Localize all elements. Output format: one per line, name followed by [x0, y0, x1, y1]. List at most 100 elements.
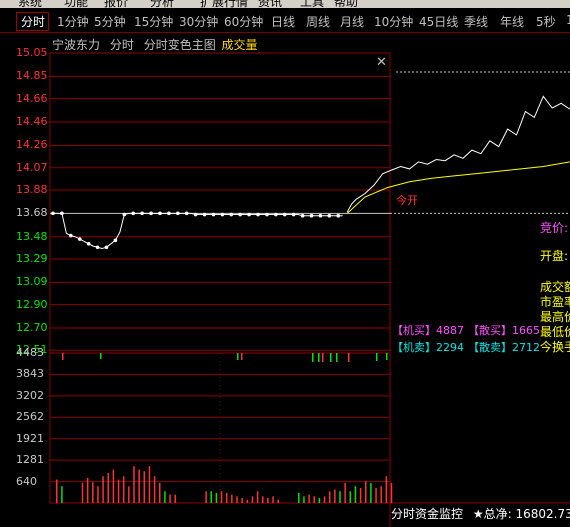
volume-bar — [380, 486, 382, 503]
net-total-value: 16802.73 — [515, 507, 570, 521]
price-tick-label: 14.66 — [16, 91, 48, 105]
volume-bar — [375, 487, 377, 503]
volume-bar-top — [348, 353, 350, 362]
grid-layer — [49, 52, 570, 527]
price-point — [131, 211, 136, 216]
price-point — [202, 212, 207, 217]
volume-bar — [303, 496, 305, 503]
big-buy-label: 【机买】 — [392, 324, 436, 337]
volume-bars — [56, 353, 393, 503]
price-lines — [51, 95, 570, 250]
volume-bar — [102, 476, 104, 503]
volume-bar — [205, 491, 207, 503]
volume-bar — [267, 497, 269, 503]
price-tick-label: 15.05 — [16, 46, 48, 59]
bid-price-label: 竞价: — [540, 221, 569, 235]
price-tick-label: 12.70 — [16, 321, 48, 335]
volume-bar — [128, 486, 130, 503]
volume-bar — [164, 491, 166, 503]
volume-bar — [308, 494, 310, 503]
big-sell-row: 【机卖】2294 【散卖】2712 — [392, 339, 540, 355]
price-point — [282, 212, 287, 217]
price-point — [149, 211, 153, 216]
volume-bar — [365, 481, 367, 503]
big-buy-value: 4887 — [436, 324, 464, 337]
volume-bar — [86, 477, 89, 503]
price-series-line — [53, 212, 343, 250]
volume-bar — [81, 482, 84, 503]
volume-bar-top — [386, 353, 388, 360]
price-point — [104, 245, 109, 250]
big-buy-row: 【机买】4887 【散买】1665 — [392, 322, 540, 338]
price-point — [184, 211, 189, 216]
volume-bar-top — [62, 353, 64, 360]
retail-sell-value: 2712 — [512, 341, 540, 354]
price-point — [113, 238, 118, 243]
volume-tick-label: 640 — [16, 474, 37, 488]
volume-bar — [313, 496, 315, 503]
volume-bar — [153, 476, 156, 503]
volume-bar — [61, 486, 63, 503]
price-tick-label: 13.68 — [16, 206, 48, 220]
volume-bar — [241, 497, 243, 503]
price-tick-label: 14.46 — [16, 115, 48, 129]
retail-sell-label: 【散卖】 — [468, 341, 512, 354]
volume-tick-label: 2562 — [16, 410, 44, 424]
price-point — [86, 241, 91, 246]
volume-tick-label: 1921 — [16, 431, 44, 445]
volume-bar — [370, 482, 372, 503]
price-point — [300, 213, 305, 218]
price-series-line — [346, 161, 570, 214]
volume-bar-top — [318, 353, 320, 362]
price-point — [247, 212, 251, 217]
fund-monitor-bar[interactable]: 分时资金监控 ★总净: 16802.73 — [391, 505, 570, 523]
price-point — [60, 211, 64, 216]
price-tick-label: 14.26 — [16, 138, 48, 152]
price-point — [69, 233, 73, 238]
volume-bar — [354, 486, 357, 503]
price-point — [122, 212, 127, 217]
retail-buy-label: 【散买】 — [468, 324, 512, 337]
volume-bar-top — [376, 353, 378, 361]
price-point — [327, 213, 332, 218]
price-series-line — [346, 95, 570, 213]
volume-bar — [334, 489, 336, 503]
price-point — [95, 245, 100, 250]
volume-bar — [251, 496, 254, 503]
volume-bar — [385, 476, 388, 503]
volume-bar — [298, 492, 300, 503]
volume-bar — [107, 472, 109, 503]
volume-bar — [231, 494, 233, 503]
volume-tick-label: 4483 — [16, 346, 44, 359]
price-tick-label: 12.90 — [16, 297, 48, 311]
volume-bar-top — [312, 353, 314, 362]
volume-tick-label: 3202 — [16, 388, 44, 402]
price-point — [175, 211, 180, 216]
volume-bar-top — [322, 353, 324, 362]
volume-bar — [225, 492, 228, 503]
price-point — [318, 213, 323, 218]
volume-bar — [246, 499, 249, 503]
volume-bar — [97, 486, 99, 503]
volume-bar — [328, 491, 331, 503]
price-point — [193, 212, 198, 217]
volume-bar — [138, 469, 140, 503]
volume-bar — [117, 479, 120, 503]
price-tick-label: 13.09 — [16, 275, 48, 289]
volume-bar — [272, 496, 274, 503]
volume-bar — [112, 469, 115, 503]
volume-bar — [359, 487, 362, 503]
volume-bar — [92, 482, 94, 503]
volume-bar-top — [330, 353, 332, 362]
big-sell-label: 【机卖】 — [392, 341, 436, 354]
fund-monitor-label: 分时资金监控 — [391, 507, 464, 521]
price-point — [140, 211, 144, 216]
price-point — [265, 212, 269, 217]
volume-bar — [122, 476, 125, 503]
volume-bar — [277, 499, 279, 503]
volume-bar — [390, 482, 393, 503]
price-point — [238, 212, 242, 217]
net-total-label: ★总净: — [472, 507, 512, 521]
price-point — [309, 213, 314, 218]
volume-bar — [174, 494, 176, 503]
